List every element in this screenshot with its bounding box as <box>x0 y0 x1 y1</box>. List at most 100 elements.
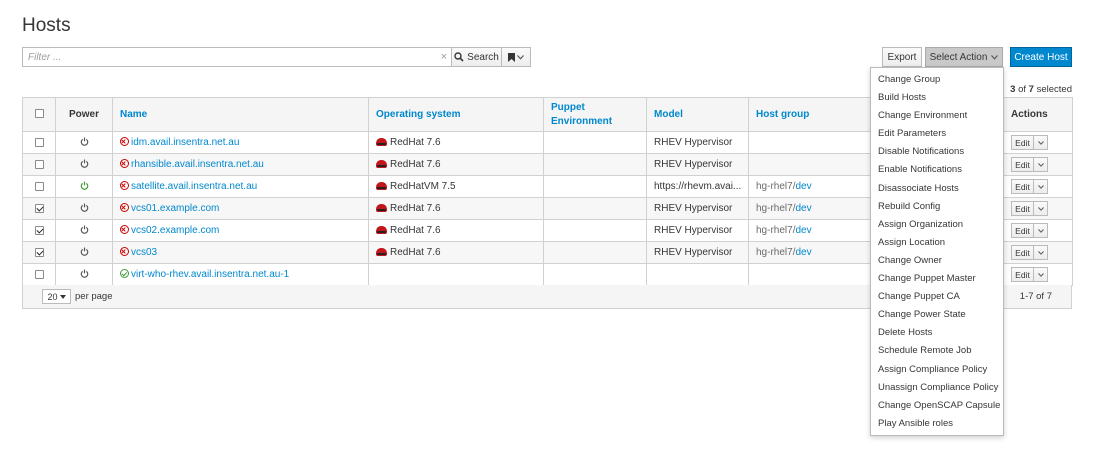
action-menu-item[interactable]: Edit Parameters <box>871 125 1003 143</box>
action-menu-item[interactable]: Change Group <box>871 71 1003 89</box>
action-menu-item[interactable]: Assign Location <box>871 234 1003 252</box>
host-name-link[interactable]: vcs02.example.com <box>131 225 219 236</box>
action-menu-item[interactable]: Change Owner <box>871 252 1003 270</box>
edit-button[interactable]: Edit <box>1011 157 1034 172</box>
power-icon <box>80 137 88 146</box>
action-menu-item[interactable]: Change Environment <box>871 107 1003 125</box>
puppet-environment-cell <box>543 175 647 198</box>
power-icon <box>80 269 88 278</box>
filter-box[interactable]: × <box>22 47 452 67</box>
host-group-link[interactable]: dev <box>795 203 811 214</box>
redhat-icon <box>376 160 387 168</box>
column-header-os[interactable]: Operating system <box>368 97 544 132</box>
edit-actions-toggle[interactable] <box>1034 157 1048 172</box>
edit-actions-toggle[interactable] <box>1034 179 1048 194</box>
action-menu-item[interactable]: Build Hosts <box>871 89 1003 107</box>
host-name-link[interactable]: satellite.avail.insentra.net.au <box>131 181 257 192</box>
bookmark-button[interactable] <box>502 47 531 67</box>
row-checkbox[interactable] <box>34 203 44 213</box>
redhat-icon <box>376 226 387 234</box>
column-header-model[interactable]: Model <box>646 97 749 132</box>
edit-button[interactable]: Edit <box>1011 267 1034 282</box>
power-cell <box>55 175 113 198</box>
edit-button[interactable]: Edit <box>1011 245 1034 260</box>
edit-actions-toggle[interactable] <box>1034 267 1048 282</box>
actions-cell: Edit <box>1003 197 1073 220</box>
row-checkbox[interactable] <box>34 137 44 147</box>
host-name-link[interactable]: vcs03 <box>131 247 157 258</box>
row-checkbox[interactable] <box>34 225 44 235</box>
action-menu-item[interactable]: Change OpenSCAP Capsule <box>871 397 1003 415</box>
action-menu-item[interactable]: Play Ansible roles <box>871 415 1003 433</box>
column-header-name[interactable]: Name <box>112 97 369 132</box>
host-group-parent: hg-rhel7/ <box>756 225 796 236</box>
edit-button[interactable]: Edit <box>1011 179 1034 194</box>
actions-cell: Edit <box>1003 219 1073 242</box>
actions-cell: Edit <box>1003 263 1073 286</box>
select-all-checkbox[interactable] <box>34 109 44 119</box>
status-error-icon <box>120 203 129 212</box>
per-page-value: 20 <box>47 291 58 302</box>
search-button[interactable]: Search <box>451 47 502 67</box>
edit-button[interactable]: Edit <box>1011 201 1034 216</box>
edit-actions-toggle[interactable] <box>1034 135 1048 150</box>
action-menu-item[interactable]: Delete Hosts <box>871 324 1003 342</box>
status-error-icon <box>120 225 129 234</box>
row-checkbox[interactable] <box>34 269 44 279</box>
action-menu-item[interactable]: Change Puppet CA <box>871 288 1003 306</box>
search-input[interactable] <box>23 48 428 66</box>
model-cell: RHEV Hypervisor <box>646 241 749 264</box>
model-cell: RHEV Hypervisor <box>646 219 749 242</box>
action-menu-item[interactable]: Change Puppet Master <box>871 270 1003 288</box>
edit-button[interactable]: Edit <box>1011 223 1034 238</box>
os-cell: RedHat 7.6 <box>368 153 544 176</box>
per-page-select[interactable]: 20 <box>42 289 71 304</box>
os-cell: RedHat 7.6 <box>368 241 544 264</box>
redhat-icon <box>376 248 387 256</box>
actions-cell: Edit <box>1003 175 1073 198</box>
row-checkbox[interactable] <box>34 247 44 257</box>
model-cell: https://rhevm.avai... <box>646 175 749 198</box>
action-menu-item[interactable]: Disable Notifications <box>871 143 1003 161</box>
row-select-cell <box>22 131 56 154</box>
selection-of-label: of <box>1018 84 1027 95</box>
host-name-link[interactable]: idm.avail.insentra.net.au <box>131 137 239 148</box>
actions-cell: Edit <box>1003 241 1073 264</box>
export-button[interactable]: Export <box>882 47 922 67</box>
select-action-button[interactable]: Select Action <box>925 47 1003 67</box>
edit-actions-toggle[interactable] <box>1034 201 1048 216</box>
clear-filter-icon[interactable]: × <box>441 51 447 63</box>
action-menu-item[interactable]: Change Power State <box>871 306 1003 324</box>
host-name-link[interactable]: virt-who-rhev.avail.insentra.net.au-1 <box>131 269 289 280</box>
edit-actions-toggle[interactable] <box>1034 245 1048 260</box>
host-group-link[interactable]: dev <box>795 247 811 258</box>
row-checkbox[interactable] <box>34 181 44 191</box>
chevron-down-icon <box>1037 272 1044 277</box>
action-menu-item[interactable]: Rebuild Config <box>871 198 1003 216</box>
name-cell: satellite.avail.insentra.net.au <box>112 175 369 198</box>
action-menu-item[interactable]: Enable Notifications <box>871 161 1003 179</box>
action-menu-item[interactable]: Assign Compliance Policy <box>871 361 1003 379</box>
action-menu-item[interactable]: Assign Organization <box>871 216 1003 234</box>
column-header-puppet-environment[interactable]: Puppet Environment <box>543 97 647 132</box>
action-menu-item[interactable]: Unassign Compliance Policy <box>871 379 1003 397</box>
os-name: RedHat 7.6 <box>390 203 441 214</box>
model-cell <box>646 263 749 286</box>
select-all-header[interactable] <box>22 97 56 132</box>
chevron-down-icon <box>1037 250 1044 255</box>
action-menu-item[interactable]: Disassociate Hosts <box>871 180 1003 198</box>
name-cell: vcs02.example.com <box>112 219 369 242</box>
host-group-link[interactable]: dev <box>795 181 811 192</box>
host-name-link[interactable]: rhansible.avail.insentra.net.au <box>131 159 264 170</box>
host-group-link[interactable]: dev <box>795 225 811 236</box>
power-cell <box>55 153 113 176</box>
action-menu-item[interactable]: Schedule Remote Job <box>871 342 1003 360</box>
edit-button[interactable]: Edit <box>1011 135 1034 150</box>
power-cell <box>55 131 113 154</box>
host-group-parent: hg-rhel7/ <box>756 181 796 192</box>
os-name: RedHat 7.6 <box>390 159 441 170</box>
host-name-link[interactable]: vcs01.example.com <box>131 203 219 214</box>
edit-actions-toggle[interactable] <box>1034 223 1048 238</box>
create-host-button[interactable]: Create Host <box>1010 47 1072 67</box>
row-checkbox[interactable] <box>34 159 44 169</box>
